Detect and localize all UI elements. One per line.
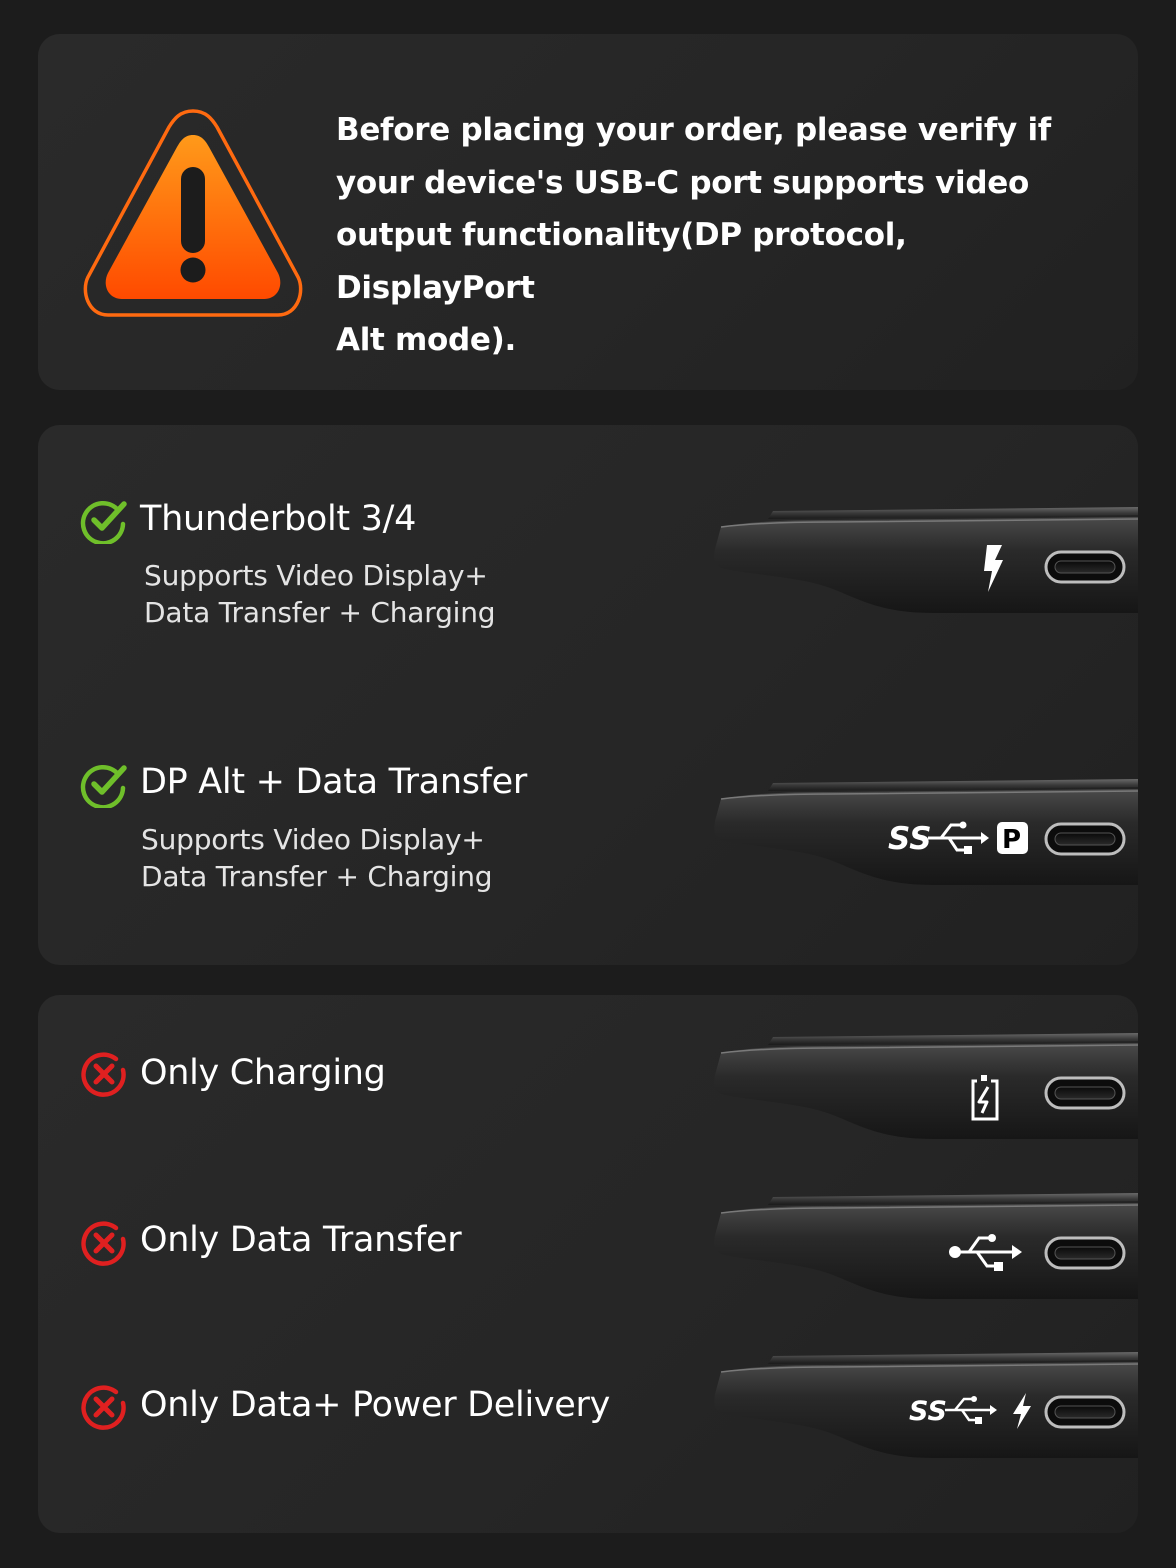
desc-line: Data Transfer + Charging xyxy=(144,596,496,629)
desc-line: Data Transfer + Charging xyxy=(141,860,493,893)
check-icon xyxy=(80,765,127,808)
item-desc-thunderbolt: Supports Video Display+ Data Transfer + … xyxy=(144,557,496,631)
warning-line: Alt mode). xyxy=(336,322,516,358)
laptop-port-data-pd: SS xyxy=(713,1350,1138,1460)
item-title-thunderbolt: Thunderbolt 3/4 xyxy=(140,499,417,539)
laptop-port-thunderbolt xyxy=(713,505,1138,615)
warning-message: Before placing your order, please verify… xyxy=(336,104,1106,367)
svg-text:P: P xyxy=(1002,825,1021,855)
item-title-only-data: Only Data Transfer xyxy=(140,1220,462,1260)
cross-icon xyxy=(81,1221,126,1266)
ss-label: SS xyxy=(909,1396,947,1427)
laptop-port-dp-alt: SS P xyxy=(713,777,1138,887)
item-title-only-charging: Only Charging xyxy=(140,1053,386,1093)
item-title-only-data-pd: Only Data+ Power Delivery xyxy=(140,1385,611,1425)
cross-icon xyxy=(81,1385,126,1430)
warning-line: Before placing your order, please verify… xyxy=(336,112,1051,148)
item-title-dp-alt: DP Alt + Data Transfer xyxy=(140,762,527,802)
laptop-port-data xyxy=(713,1191,1138,1301)
ss-label: SS xyxy=(888,821,932,857)
desc-line: Supports Video Display+ xyxy=(144,559,488,592)
warning-icon xyxy=(83,109,303,317)
cross-icon xyxy=(81,1052,126,1097)
warning-line: your device's USB-C port supports video xyxy=(336,164,1029,201)
desc-line: Supports Video Display+ xyxy=(141,823,485,856)
warning-line: output functionality(DP protocol, Displa… xyxy=(336,217,907,306)
check-icon xyxy=(80,501,127,544)
laptop-port-charging xyxy=(713,1031,1138,1141)
item-desc-dp-alt: Supports Video Display+ Data Transfer + … xyxy=(141,821,493,895)
